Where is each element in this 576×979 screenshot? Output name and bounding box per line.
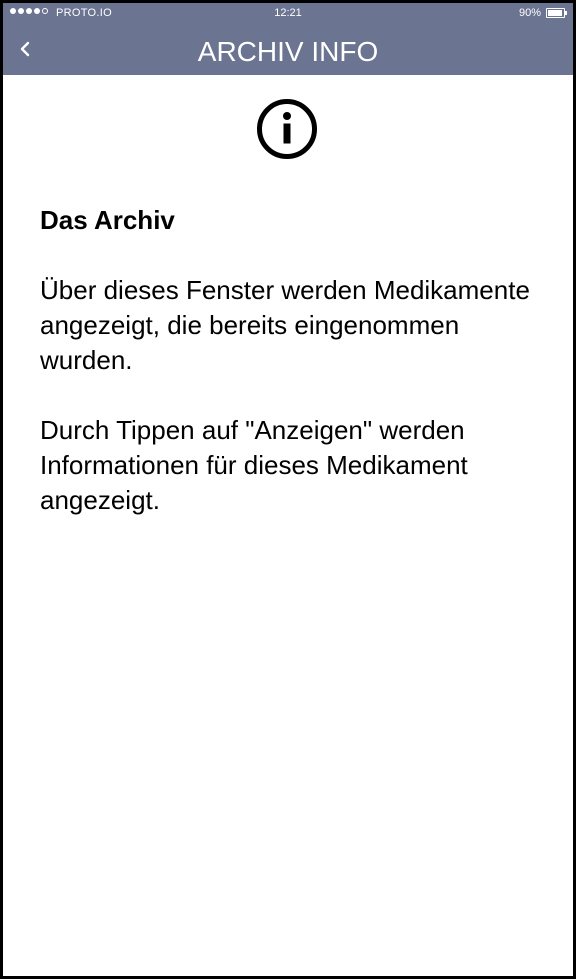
info-paragraph: Über dieses Fenster werden Medikamente a…: [40, 275, 530, 375]
battery-fill: [548, 10, 562, 16]
page-title: ARCHIV INFO: [197, 36, 379, 67]
navigation-bar: ARCHIV INFO: [3, 25, 573, 75]
section-heading: Das Archiv: [40, 205, 175, 235]
battery-percent: 90%: [518, 7, 541, 19]
header-bar: PROTO.IO 12:21 90% ARCHIV INFO: [3, 3, 573, 75]
battery-icon: [546, 8, 567, 18]
info-paragraph: Durch Tippen auf "Anzeigen" werden Infor…: [40, 415, 468, 515]
info-content: Das Archiv Über dieses Fenster werden Me…: [40, 203, 550, 553]
status-bar: PROTO.IO 12:21 90%: [3, 3, 573, 25]
status-time: 12:21: [274, 7, 302, 19]
info-circle-icon: [257, 99, 317, 159]
battery-status: 90%: [518, 7, 567, 19]
app-screen: PROTO.IO 12:21 90% ARCHIV INFO Das Archi…: [0, 0, 576, 979]
